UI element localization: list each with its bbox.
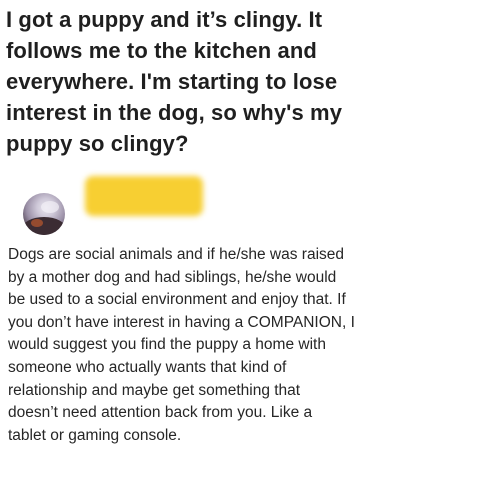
author-name-redacted <box>85 176 203 216</box>
answer-body: Dogs are social animals and if he/she wa… <box>8 246 355 444</box>
user-avatar-icon[interactable] <box>23 193 65 235</box>
question-title: I got a puppy and it’s clingy. It follow… <box>6 7 343 156</box>
answer-header <box>8 176 468 235</box>
